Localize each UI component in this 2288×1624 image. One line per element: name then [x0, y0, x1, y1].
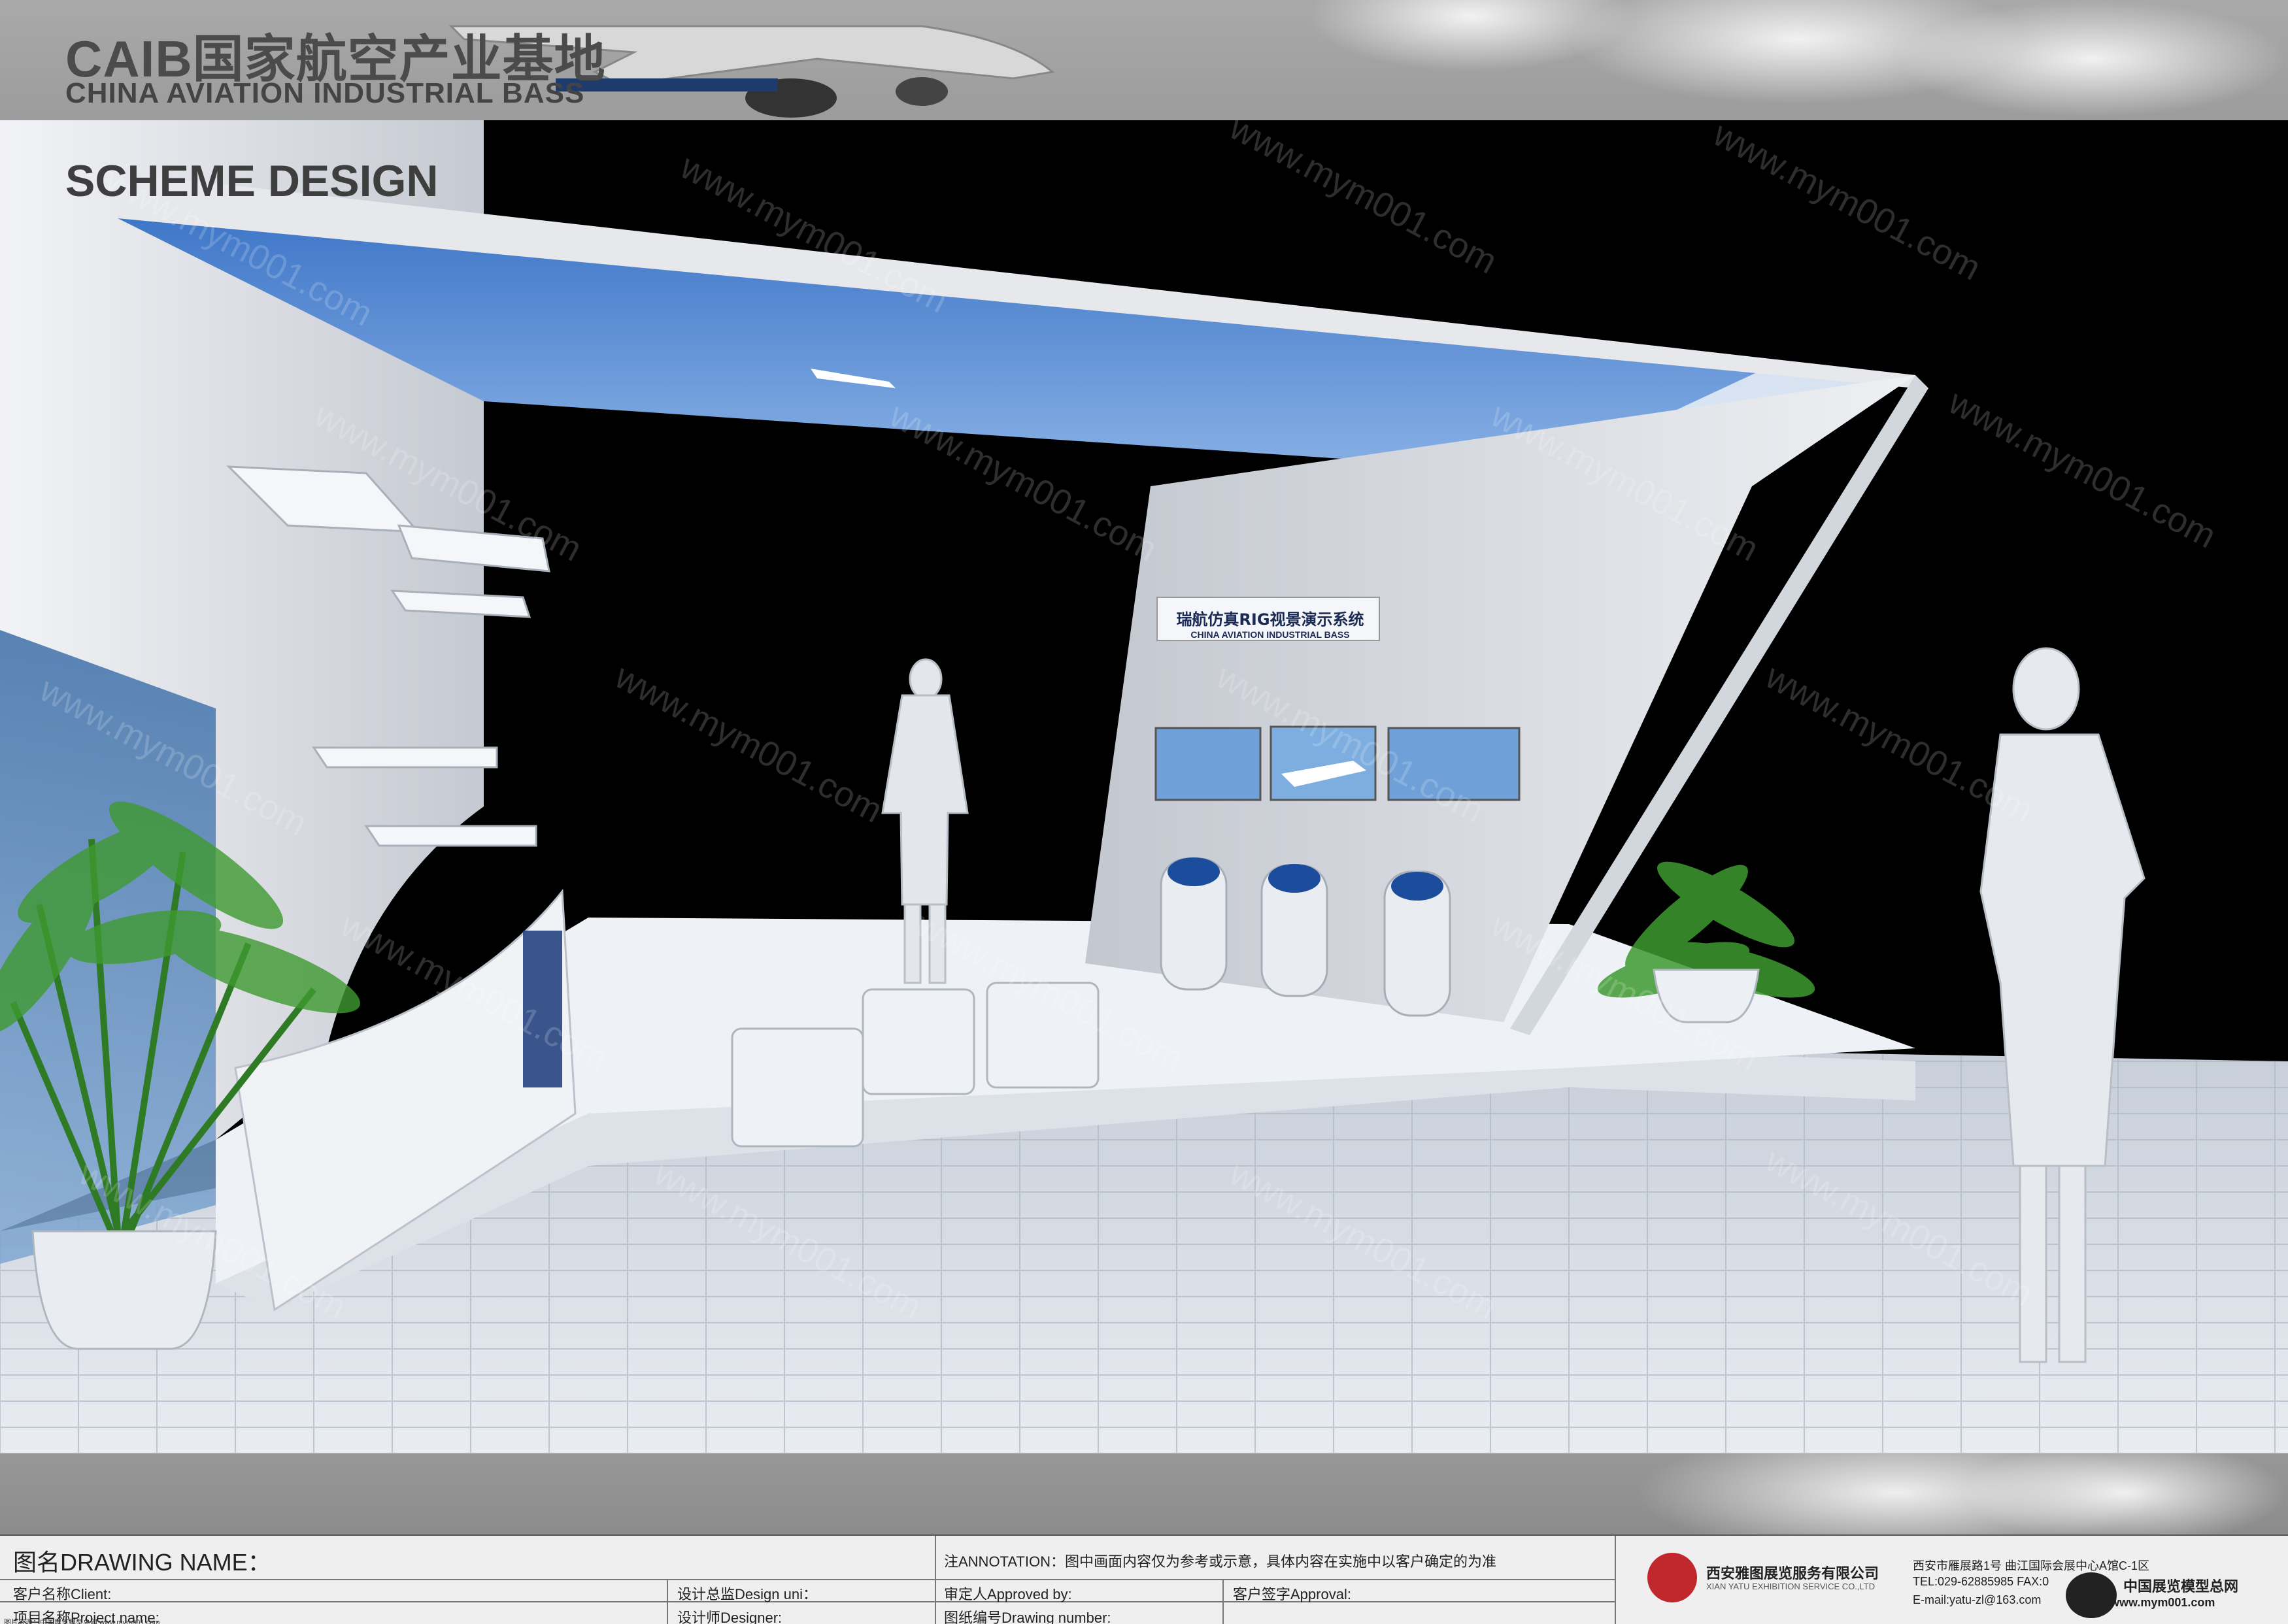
annotation-text: 注ANNOTATION：图中画面内容仅为参考或示意，具体内容在实施中以客户确定的…: [944, 1553, 1496, 1570]
site-url: www.mym001.com: [2110, 1596, 2215, 1609]
exhibition-scene: 瑞航仿真RIG视景演示系统 CHINA AVIATION INDUSTRIAL …: [0, 120, 2288, 1453]
cloud-band: [0, 1453, 2288, 1534]
company-name-en: XIAN YATU EXHIBITION SERVICE CO.,LTD: [1706, 1582, 1876, 1591]
booth-sign-title: 瑞航仿真RIG视景演示系统: [1176, 610, 1364, 629]
site-name-cn: 中国展览模型总网: [2123, 1578, 2239, 1595]
booth-sign-subtitle: CHINA AVIATION INDUSTRIAL BASS: [1190, 629, 1350, 640]
design-unit-label: 设计总监Design uni：: [677, 1586, 817, 1602]
company-name-cn: 西安雅图展览服务有限公司: [1706, 1565, 1879, 1582]
company-logo-icon: [1647, 1553, 1697, 1602]
header-title-en: CHINA AVIATION INDUSTRIAL BASS: [65, 77, 585, 109]
booth-sign: 瑞航仿真RIG视景演示系统 CHINA AVIATION INDUSTRIAL …: [1162, 606, 1378, 640]
source-footer: 图片来源：中国展览模型总网 www.mym001.com: [4, 1619, 160, 1624]
title-block: 图名DRAWING NAME： 注ANNOTATION：图中画面内容仅为参考或示…: [0, 1534, 2288, 1624]
company-email: E-mail:yatu-zl@163.com: [1913, 1593, 2042, 1606]
company-address: 西安市雁展路1号 曲江国际会展中心A馆C-1区: [1913, 1559, 2150, 1572]
cloud-decoration: [1896, 0, 2288, 118]
client-approval-label: 客户签字Approval:: [1233, 1586, 1351, 1602]
drawing-number-label: 图纸编号Drawing number:: [944, 1610, 1111, 1624]
mym-logo-icon: [2066, 1572, 2117, 1618]
exhibition-render-page: CAIB国家航空产业基地 CHINA AVIATION INDUSTRIAL B…: [0, 0, 2288, 1624]
approved-label: 审定人Approved by:: [944, 1586, 1072, 1602]
scheme-design-label: SCHEME DESIGN: [65, 156, 439, 206]
company-tel: TEL:029-62885985 FAX:0: [1913, 1575, 2049, 1588]
client-label: 客户名称Client:: [13, 1586, 112, 1602]
header-band: CAIB国家航空产业基地 CHINA AVIATION INDUSTRIAL B…: [0, 0, 2288, 120]
booth-render: [0, 120, 2288, 1453]
cloud-decoration: [1961, 1453, 2288, 1534]
drawing-name-label: 图名DRAWING NAME：: [13, 1549, 271, 1576]
designer-label: 设计师Designer:: [677, 1610, 782, 1624]
